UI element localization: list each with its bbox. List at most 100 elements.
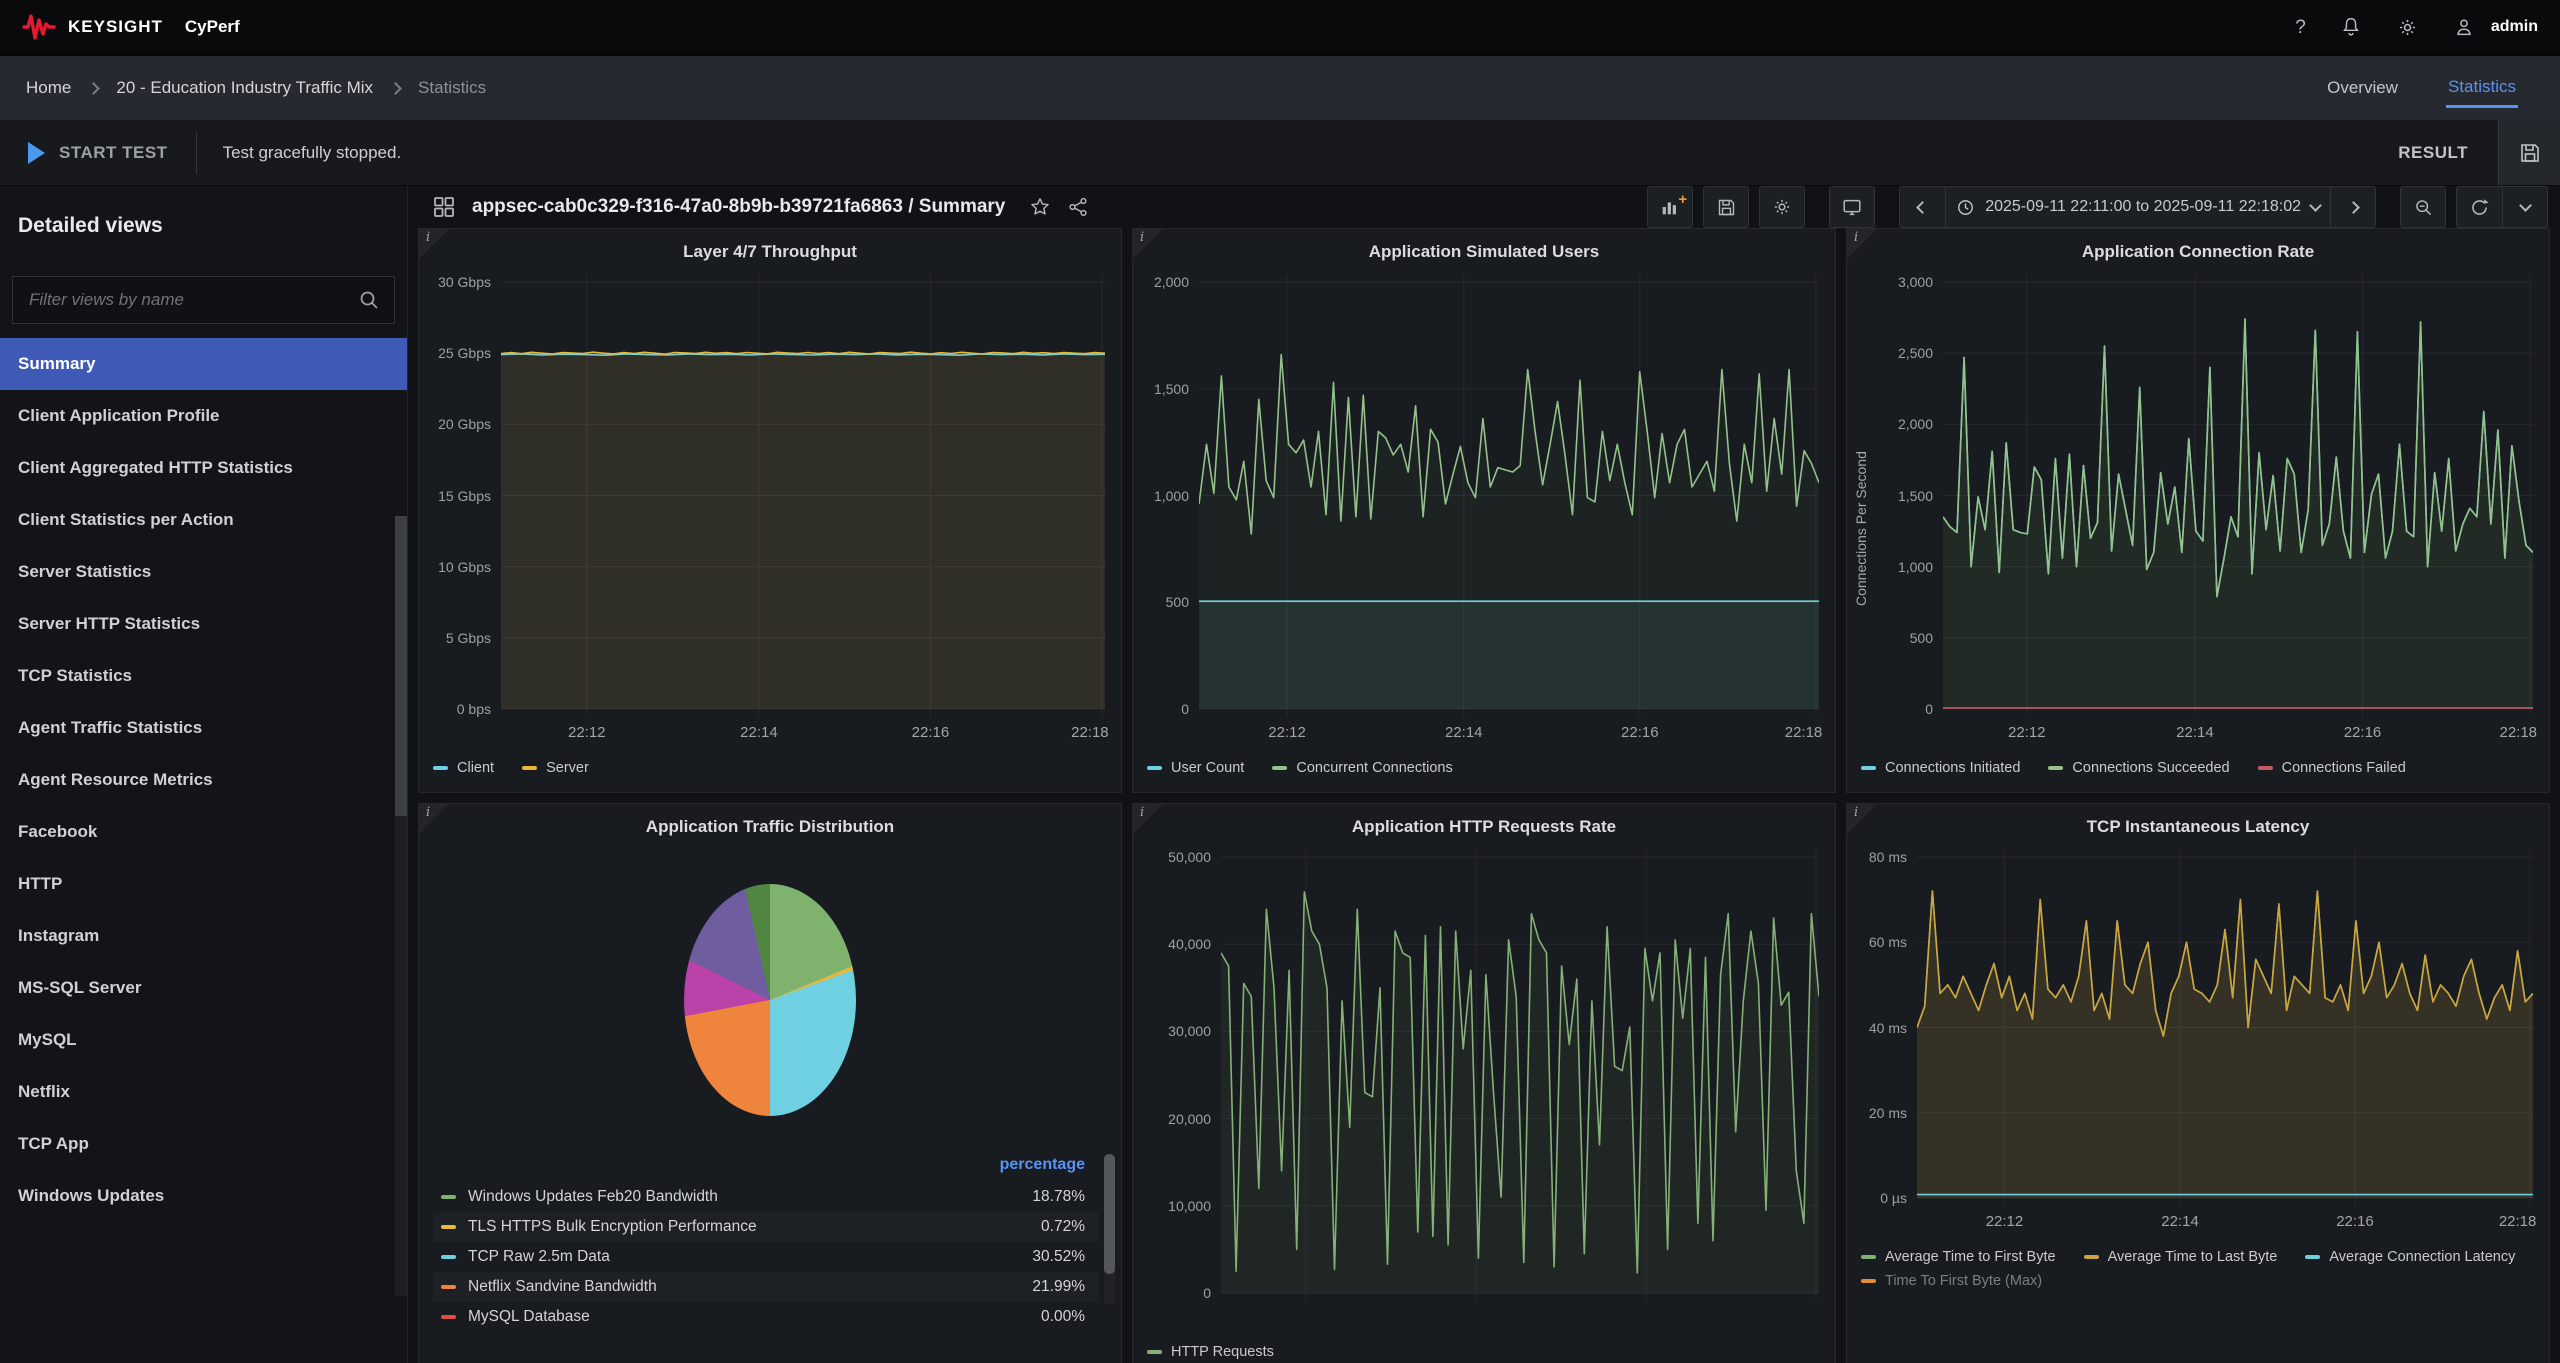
tab-statistics[interactable]: Statistics bbox=[2446, 69, 2518, 108]
add-panel-button[interactable]: + bbox=[1647, 186, 1693, 228]
table-scrollbar[interactable] bbox=[1104, 1154, 1115, 1304]
legend-item[interactable]: Average Time to First Byte bbox=[1861, 1249, 2056, 1265]
dashboard-settings-button[interactable] bbox=[1759, 186, 1805, 228]
breadcrumb-config[interactable]: 20 - Education Industry Traffic Mix bbox=[116, 78, 373, 98]
star-favorite-icon[interactable] bbox=[1029, 196, 1051, 218]
user-avatar-icon[interactable] bbox=[2453, 16, 2475, 38]
x-tick-label: 22:16 bbox=[2344, 724, 2382, 741]
chart-plot-area[interactable] bbox=[1221, 850, 1819, 1300]
sidebar-item-netflix[interactable]: Netflix bbox=[0, 1066, 407, 1118]
sidebar-item-client-aggregated-http-statistics[interactable]: Client Aggregated HTTP Statistics bbox=[0, 442, 407, 494]
legend-item[interactable]: Time To First Byte (Max) bbox=[1861, 1273, 2042, 1289]
panel-info-corner[interactable] bbox=[1847, 229, 1877, 259]
filter-views-input[interactable] bbox=[12, 276, 395, 324]
sidebar-item-agent-traffic-statistics[interactable]: Agent Traffic Statistics bbox=[0, 702, 407, 754]
username[interactable]: admin bbox=[2491, 18, 2538, 36]
panel-info-corner[interactable] bbox=[419, 229, 449, 259]
panel-title[interactable]: Application HTTP Requests Rate bbox=[1133, 804, 1835, 850]
sidebar-item-instagram[interactable]: Instagram bbox=[0, 910, 407, 962]
legend-item[interactable]: HTTP Requests bbox=[1147, 1344, 1274, 1360]
panel-title[interactable]: Layer 4/7 Throughput bbox=[419, 229, 1121, 275]
sidebar-item-ms-sql-server[interactable]: MS-SQL Server bbox=[0, 962, 407, 1014]
sidebar-item-tcp-statistics[interactable]: TCP Statistics bbox=[0, 650, 407, 702]
panel-info-corner[interactable] bbox=[419, 804, 449, 834]
series-name[interactable]: Netflix Sandvine Bandwidth bbox=[468, 1278, 657, 1296]
panel-info-corner[interactable] bbox=[1133, 804, 1163, 834]
panel-title[interactable]: Application Simulated Users bbox=[1133, 229, 1835, 275]
save-result-button[interactable] bbox=[2498, 120, 2560, 185]
series-name[interactable]: TLS HTTPS Bulk Encryption Performance bbox=[468, 1218, 757, 1236]
legend-item[interactable]: Server bbox=[522, 760, 589, 776]
sidebar-item-client-statistics-per-action[interactable]: Client Statistics per Action bbox=[0, 494, 407, 546]
legend-item[interactable]: Average Time to Last Byte bbox=[2084, 1249, 2278, 1265]
info-icon[interactable]: i bbox=[426, 805, 430, 820]
sidebar-item-server-statistics[interactable]: Server Statistics bbox=[0, 546, 407, 598]
series-name[interactable]: MySQL Database bbox=[468, 1308, 590, 1326]
legend-item[interactable]: Connections Succeeded bbox=[2048, 760, 2229, 776]
legend-item[interactable]: Client bbox=[433, 760, 494, 776]
panel-title[interactable]: Application Traffic Distribution bbox=[419, 804, 1121, 850]
sidebar-item-http[interactable]: HTTP bbox=[0, 858, 407, 910]
panel-info-corner[interactable] bbox=[1133, 229, 1163, 259]
legend-swatch bbox=[441, 1225, 456, 1229]
search-icon bbox=[357, 288, 381, 312]
start-test-button[interactable]: START TEST bbox=[0, 120, 196, 185]
refresh-interval-dropdown[interactable] bbox=[2502, 186, 2548, 228]
tab-overview[interactable]: Overview bbox=[2325, 70, 2400, 106]
zoom-out-button[interactable] bbox=[2400, 186, 2446, 228]
time-range-picker[interactable]: 2025-09-11 22:11:00 to 2025-09-11 22:18:… bbox=[1945, 186, 2330, 228]
breadcrumb-home[interactable]: Home bbox=[26, 78, 71, 98]
sidebar-item-mysql[interactable]: MySQL bbox=[0, 1014, 407, 1066]
legend-item[interactable]: Connections Initiated bbox=[1861, 760, 2020, 776]
y-tick-label: 30,000 bbox=[1168, 1023, 1211, 1039]
chart-plot-area[interactable] bbox=[501, 275, 1105, 716]
series-name[interactable]: TCP Raw 2.5m Data bbox=[468, 1248, 610, 1266]
legend-label: Average Connection Latency bbox=[2329, 1249, 2515, 1265]
table-header-percentage: percentage bbox=[1000, 1156, 1085, 1174]
dashboards-grid-icon[interactable] bbox=[432, 195, 456, 219]
chart-plot-area[interactable] bbox=[1199, 275, 1819, 716]
save-icon bbox=[2518, 141, 2542, 165]
panel-info-corner[interactable] bbox=[1847, 804, 1877, 834]
save-dashboard-button[interactable] bbox=[1703, 186, 1749, 228]
legend-item[interactable]: User Count bbox=[1147, 760, 1244, 776]
info-icon[interactable]: i bbox=[1140, 805, 1144, 820]
sidebar-item-windows-updates[interactable]: Windows Updates bbox=[0, 1170, 407, 1222]
legend-swatch bbox=[1861, 1279, 1876, 1283]
sidebar-scrollbar[interactable] bbox=[395, 516, 407, 1296]
settings-gear-icon[interactable] bbox=[2396, 16, 2419, 39]
sidebar-item-server-http-statistics[interactable]: Server HTTP Statistics bbox=[0, 598, 407, 650]
sidebar-item-facebook[interactable]: Facebook bbox=[0, 806, 407, 858]
sidebar-item-client-application-profile[interactable]: Client Application Profile bbox=[0, 390, 407, 442]
time-range-forward-button[interactable] bbox=[2330, 186, 2376, 228]
panel-title[interactable]: Application Connection Rate bbox=[1847, 229, 2549, 275]
notifications-bell-icon[interactable] bbox=[2340, 16, 2362, 38]
series-name[interactable]: Windows Updates Feb20 Bandwidth bbox=[468, 1188, 718, 1206]
sidebar-item-tcp-app[interactable]: TCP App bbox=[0, 1118, 407, 1170]
y-tick-label: 1,000 bbox=[1898, 559, 1933, 575]
refresh-button[interactable] bbox=[2456, 186, 2502, 228]
legend-item[interactable]: Concurrent Connections bbox=[1272, 760, 1452, 776]
sidebar-item-agent-resource-metrics[interactable]: Agent Resource Metrics bbox=[0, 754, 407, 806]
help-icon[interactable]: ? bbox=[2295, 18, 2306, 37]
y-tick-label: 1,500 bbox=[1898, 488, 1933, 504]
legend-item[interactable]: Connections Failed bbox=[2258, 760, 2406, 776]
legend-item[interactable]: Average Connection Latency bbox=[2305, 1249, 2515, 1265]
info-icon[interactable]: i bbox=[1854, 230, 1858, 245]
info-icon[interactable]: i bbox=[426, 230, 430, 245]
info-icon[interactable]: i bbox=[1854, 805, 1858, 820]
chart-plot-area[interactable] bbox=[1943, 275, 2533, 716]
dashboard-header: appsec-cab0c329-f316-47a0-8b9b-b39721fa6… bbox=[408, 186, 2560, 228]
result-button[interactable]: RESULT bbox=[2368, 143, 2498, 163]
sidebar-item-summary[interactable]: Summary bbox=[0, 338, 407, 390]
info-icon[interactable]: i bbox=[1140, 230, 1144, 245]
chart-plot-area[interactable] bbox=[1917, 850, 2533, 1205]
legend-swatch bbox=[1272, 766, 1287, 770]
time-range-back-button[interactable] bbox=[1899, 186, 1945, 228]
cycle-view-mode-button[interactable] bbox=[1829, 186, 1875, 228]
series-percentage: 21.99% bbox=[1032, 1278, 1085, 1296]
panel-tcp-instantaneous-latency: iTCP Instantaneous Latency0 µs20 ms40 ms… bbox=[1846, 803, 2550, 1363]
panel-title[interactable]: TCP Instantaneous Latency bbox=[1847, 804, 2549, 850]
legend-swatch bbox=[441, 1195, 456, 1199]
share-icon[interactable] bbox=[1067, 196, 1089, 218]
